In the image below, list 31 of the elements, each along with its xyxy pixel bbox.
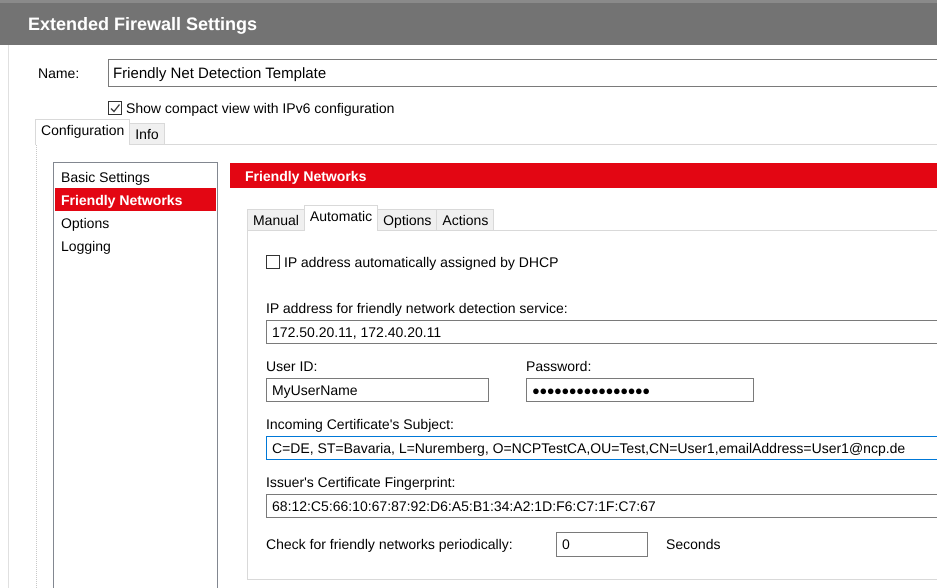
tab[interactable]: Actions: [436, 209, 494, 230]
field-label: Check for friendly networks periodically:: [266, 536, 514, 552]
unit-label: Seconds: [666, 536, 720, 552]
field-label: Issuer's Certificate Fingerprint:: [266, 474, 456, 491]
input-field[interactable]: C=DE, ST=Bavaria, L=Nuremberg, O=NCPTestCA,OU=Test,CN=User1,emailAddress=User1@ncp.de: [266, 436, 937, 460]
tab[interactable]: Manual: [247, 209, 305, 230]
checkbox-label: IP address automatically assigned by DHCP: [284, 254, 558, 270]
tab[interactable]: Automatic: [304, 205, 378, 231]
input-field[interactable]: 68:12:C5:66:10:67:87:92:D6:A5:B1:34:A2:1D:F6:C7:1F:C7:67: [266, 494, 937, 518]
input-field[interactable]: 172.50.20.11, 172.40.20.11: [266, 320, 937, 344]
sidebar-item[interactable]: Logging: [55, 234, 216, 257]
password-field[interactable]: ●●●●●●●●●●●●●●●●: [526, 378, 754, 402]
section-header: Friendly Networks: [230, 163, 937, 188]
tab[interactable]: Configuration: [35, 119, 130, 145]
checkbox[interactable]: [108, 101, 122, 115]
sidebar-item[interactable]: Basic Settings: [55, 165, 216, 188]
window-title: Extended Firewall Settings: [0, 0, 937, 45]
name-field[interactable]: Friendly Net Detection Template: [108, 59, 937, 87]
sidebar-item[interactable]: Friendly Networks: [55, 188, 216, 211]
input-field[interactable]: MyUserName: [266, 378, 489, 402]
checkbox-label: Show compact view with IPv6 configuration: [126, 100, 394, 116]
checkbox[interactable]: [266, 255, 280, 269]
field-label: Password:: [526, 358, 592, 375]
input-field[interactable]: 0: [556, 532, 648, 556]
tab[interactable]: Options: [377, 209, 438, 230]
field-label: User ID:: [266, 358, 318, 375]
field-label: Name:: [37, 65, 80, 81]
sidebar-item[interactable]: Options: [55, 211, 216, 234]
tab[interactable]: Info: [129, 123, 165, 144]
field-label: Incoming Certificate's Subject:: [266, 416, 455, 433]
field-label: IP address for friendly network detection service:: [266, 300, 569, 317]
